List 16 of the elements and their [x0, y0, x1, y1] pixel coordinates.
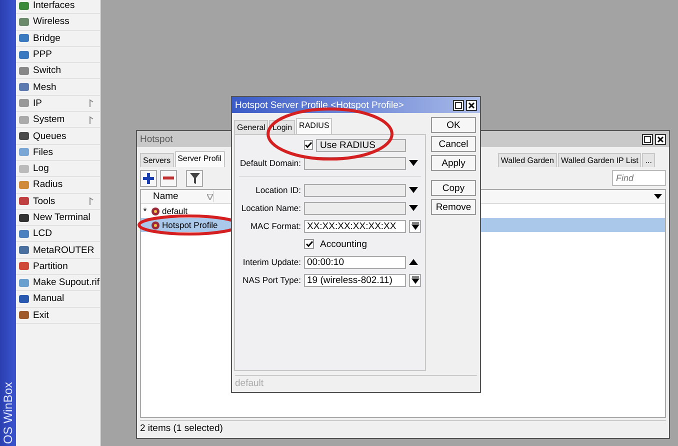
flag-mark: * [142, 206, 148, 216]
field-label: Interim Update: [242, 257, 301, 267]
status-text: default [235, 378, 264, 388]
field-label: Location ID: [254, 185, 301, 195]
checkbox-label: Use RADIUS [316, 138, 406, 152]
field-label: Location Name: [240, 203, 301, 213]
dialog-title: Hotspot Server Profile <Hotspot Profile> [235, 100, 404, 110]
table-cell: default [162, 206, 188, 216]
checkbox-label: Accounting [319, 238, 368, 250]
field-label: Default Domain: [239, 158, 301, 168]
brand-text: OS WinBox [1, 382, 15, 444]
table-cell: Hotspot Profile [162, 220, 218, 230]
field-label: MAC Format: [249, 221, 301, 231]
status-text: 2 items (1 selected) [140, 422, 223, 434]
field-label: NAS Port Type: [242, 275, 301, 285]
window-title: Hotspot [140, 134, 173, 144]
